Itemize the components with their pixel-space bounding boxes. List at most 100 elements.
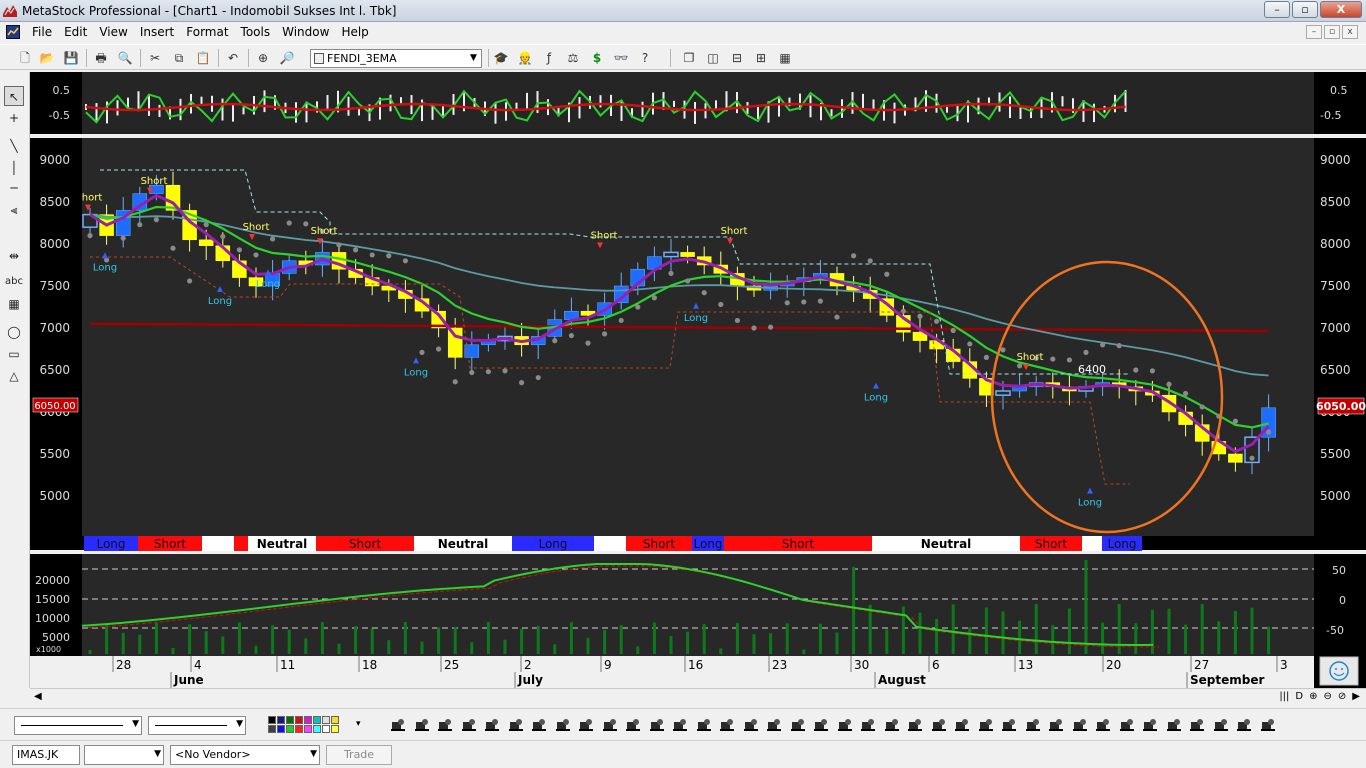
menu-tools[interactable]: Tools [235,24,277,40]
new-icon[interactable]: 🗋 [16,49,34,67]
expert-advisor-icon[interactable] [978,718,994,732]
doc-close-button[interactable]: x [1342,25,1358,39]
menu-format[interactable]: Format [180,24,234,40]
trendline-icon[interactable]: ╲ [4,136,24,156]
line-weight-dropdown[interactable]: ▼ [148,716,246,735]
print-preview-icon[interactable]: 🔍 [116,49,134,67]
expert-advisor-icon[interactable] [1189,718,1205,732]
expert-advisor-icon[interactable] [1142,718,1158,732]
expert-advisor-icon[interactable] [719,718,735,732]
horizontal-line-icon[interactable]: ─ [4,178,24,198]
chevron-down-icon[interactable]: ▼ [466,50,481,67]
arrange-icon[interactable]: ▦ [776,49,794,67]
scroll-right-icon[interactable]: ▶ [1352,691,1360,702]
expert-advisor-icon[interactable] [1119,718,1135,732]
menu-help[interactable]: Help [335,24,374,40]
tile-horizontal-icon[interactable]: ⊟ [728,49,746,67]
paste-icon[interactable]: 📋 [194,49,212,67]
zoom-in-icon[interactable]: ⊘ [1338,691,1346,702]
expert-advisor-icon[interactable] [837,718,853,732]
expert-advisor-icon[interactable] [1072,718,1088,732]
system-tester-icon[interactable]: ⚖ [564,49,582,67]
expert-advisor-icon[interactable] [860,718,876,732]
chart-window[interactable]: 9000 9000 8500 8500 8000 8000 7500 7500 7000 7000… [30,72,1366,688]
save-icon[interactable]: 💾 [62,49,80,67]
grid-icon[interactable]: ▦ [4,294,24,314]
zoom-reset-icon[interactable]: ⊖ [1324,691,1332,702]
maximize-button[interactable]: ▫ [1292,1,1318,18]
symbol-field[interactable]: IMAS.JK [12,745,80,765]
expert-advisor-icon[interactable] [743,718,759,732]
menu-insert[interactable]: Insert [134,24,180,40]
print-icon[interactable]: 🖶 [92,49,110,67]
crosshair-icon[interactable]: ⊕ [254,49,272,67]
fibonacci-icon[interactable]: ⫷ [4,200,24,220]
expert-advisor-icon[interactable] [931,718,947,732]
period-daily-icon[interactable]: D [1295,691,1303,702]
expert-advisor-icon[interactable] [696,718,712,732]
expert-advisor-icon[interactable] [1001,718,1017,732]
tile-vertical-icon[interactable]: ◫ [704,49,722,67]
chevron-down-icon[interactable]: ▼ [132,719,139,729]
document-icon[interactable] [6,25,20,39]
expert-advisor-icon[interactable] [1048,718,1064,732]
expert-advisor-icon[interactable]: 🎓 [492,49,510,67]
dollar-icon[interactable]: $ [588,49,606,67]
chevron-down-icon[interactable]: ▼ [310,749,317,759]
trade-button[interactable]: Trade [326,745,392,765]
undo-icon[interactable]: ↶ [224,49,242,67]
expert-advisor-icon[interactable] [602,718,618,732]
expert-advisor-icon[interactable] [555,718,571,732]
color-palette[interactable] [268,716,339,733]
ellipse-icon[interactable]: ◯ [4,322,24,342]
expert-advisor-icon[interactable] [907,718,923,732]
expert-advisor-icon[interactable] [625,718,641,732]
cut-icon[interactable]: ✂ [146,49,164,67]
expert-advisor-icon[interactable] [578,718,594,732]
expert-advisor-icon[interactable] [1236,718,1252,732]
chart-canvas[interactable]: 9000 9000 8500 8500 8000 8000 7500 7500 7000 7000… [30,72,1366,688]
expert-advisor-icon[interactable] [790,718,806,732]
chevron-down-icon[interactable]: ▼ [236,719,243,729]
doc-restore-button[interactable]: ▫ [1324,25,1340,39]
indicator-builder-icon[interactable]: ƒ [540,49,558,67]
expert-advisor-icon[interactable] [1213,718,1229,732]
chevron-down-icon[interactable]: ▼ [154,749,161,759]
scroll-bars-icon[interactable]: ||| [1279,691,1289,702]
vertical-line-icon[interactable]: │ [4,158,24,178]
expert-advisor-icon[interactable] [672,718,688,732]
menu-view[interactable]: View [93,24,133,40]
open-icon[interactable]: 📂 [38,49,56,67]
menu-edit[interactable]: Edit [58,24,93,40]
expert-advisor-icon[interactable] [1166,718,1182,732]
expert-advisor-icon[interactable] [390,718,406,732]
expert-advisor-icon[interactable] [437,718,453,732]
expert-advisor-icon[interactable] [813,718,829,732]
rectangle-icon[interactable]: ▭ [4,344,24,364]
pointer-icon[interactable]: ↖ [4,86,24,106]
cascade-icon[interactable]: ❐ [680,49,698,67]
zoom-out-icon[interactable]: ⊕ [1309,691,1317,702]
expert-advisor-icon[interactable] [1025,718,1041,732]
smiley-icon[interactable] [1319,656,1359,686]
expert-advisor-icon[interactable] [884,718,900,732]
expert-advisor-icon[interactable] [1095,718,1111,732]
expert-advisor-icon[interactable] [649,718,665,732]
text-icon[interactable]: abc [4,272,24,292]
expert-advisor-icon[interactable] [954,718,970,732]
close-button[interactable]: X [1320,1,1362,18]
expert-advisor-icon[interactable] [414,718,430,732]
expert-advisor-icon[interactable] [1260,718,1276,732]
template-dropdown[interactable]: FENDI_3EMA ▼ [310,49,482,68]
line-style-dropdown[interactable]: ▼ [14,716,142,735]
horizontal-scrollbar[interactable]: ◀ ||| D ⊕ ⊖ ⊘ ▶ [30,688,1366,706]
crosshair-icon[interactable]: + [4,108,24,128]
zoom-range-icon[interactable]: ⇹ [4,246,24,266]
explorer-icon[interactable]: 👷 [516,49,534,67]
period-dropdown[interactable]: ▼ [84,745,164,765]
menu-file[interactable]: File [26,24,58,40]
doc-minimize-button[interactable]: – [1306,25,1322,39]
tile-grid-icon[interactable]: ⊞ [752,49,770,67]
expert-advisor-icon[interactable] [531,718,547,732]
help-pointer-icon[interactable]: ? [636,49,654,67]
